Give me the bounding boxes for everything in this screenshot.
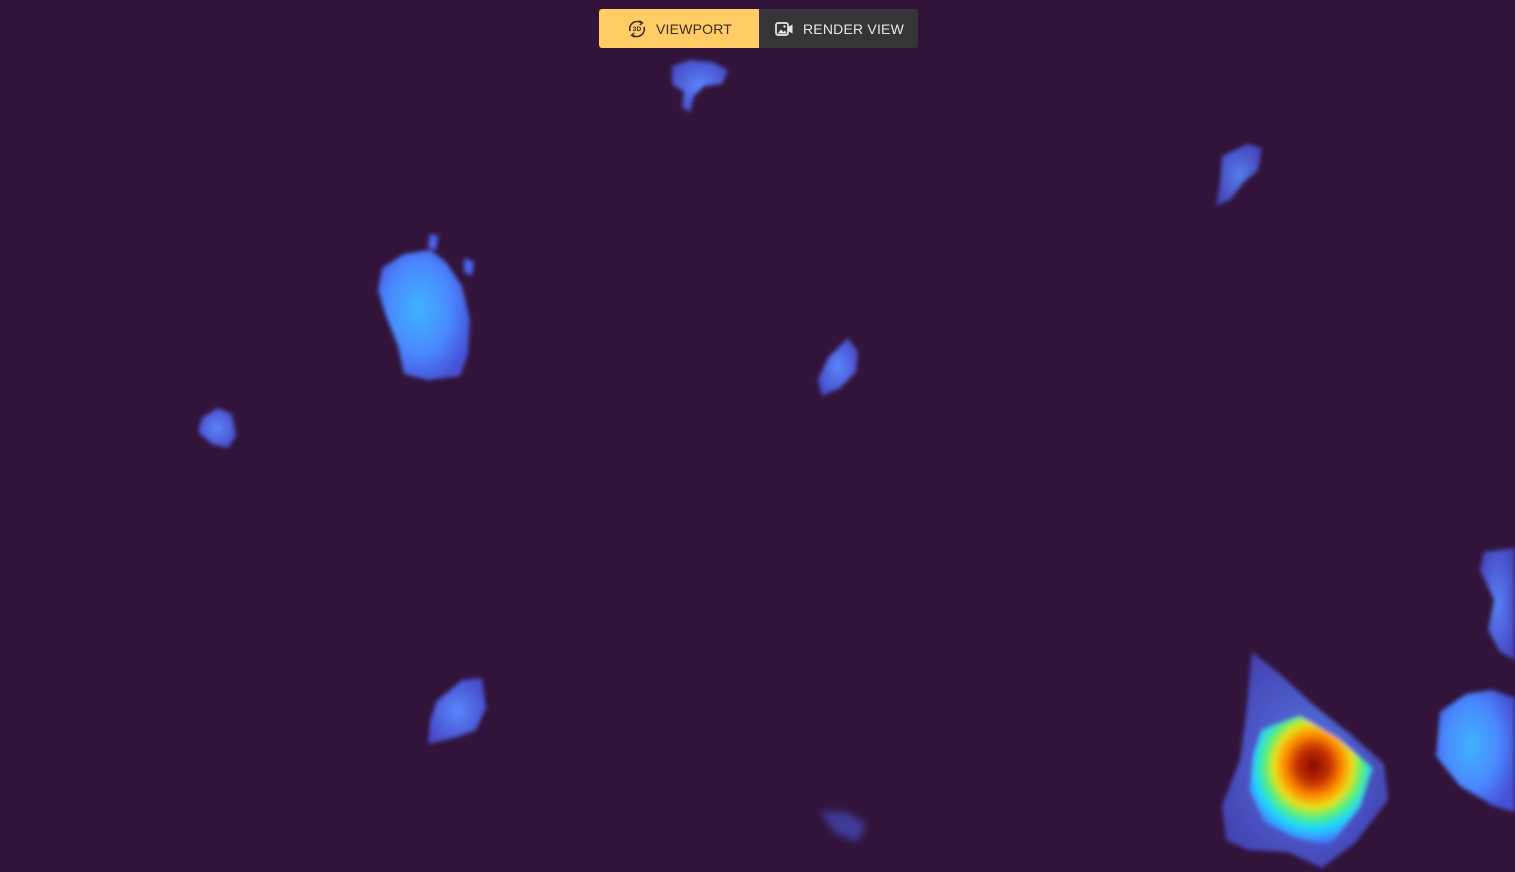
heat-blob xyxy=(1436,548,1515,812)
heat-blob xyxy=(198,408,236,448)
heat-hotspot xyxy=(1222,652,1388,868)
heat-blob xyxy=(672,60,728,112)
heat-blob xyxy=(428,678,486,744)
video-camera-image-icon xyxy=(773,18,795,40)
heat-blob xyxy=(818,338,858,396)
heat-blob xyxy=(820,812,866,842)
heatmap-render xyxy=(198,60,1515,868)
view-mode-toggle: 3D VIEWPORT RENDER VIEW xyxy=(599,9,918,48)
rotate-3d-icon: 3D xyxy=(626,18,648,40)
viewport-button-label: VIEWPORT xyxy=(655,20,733,37)
heat-blob xyxy=(378,234,474,380)
render-view-button-label: RENDER VIEW xyxy=(803,20,904,37)
viewport-canvas[interactable] xyxy=(0,0,1515,872)
heat-blob xyxy=(1216,144,1262,206)
render-view-button[interactable]: RENDER VIEW xyxy=(759,9,918,48)
viewport-button[interactable]: 3D VIEWPORT xyxy=(599,9,759,48)
svg-text:3D: 3D xyxy=(633,26,642,33)
